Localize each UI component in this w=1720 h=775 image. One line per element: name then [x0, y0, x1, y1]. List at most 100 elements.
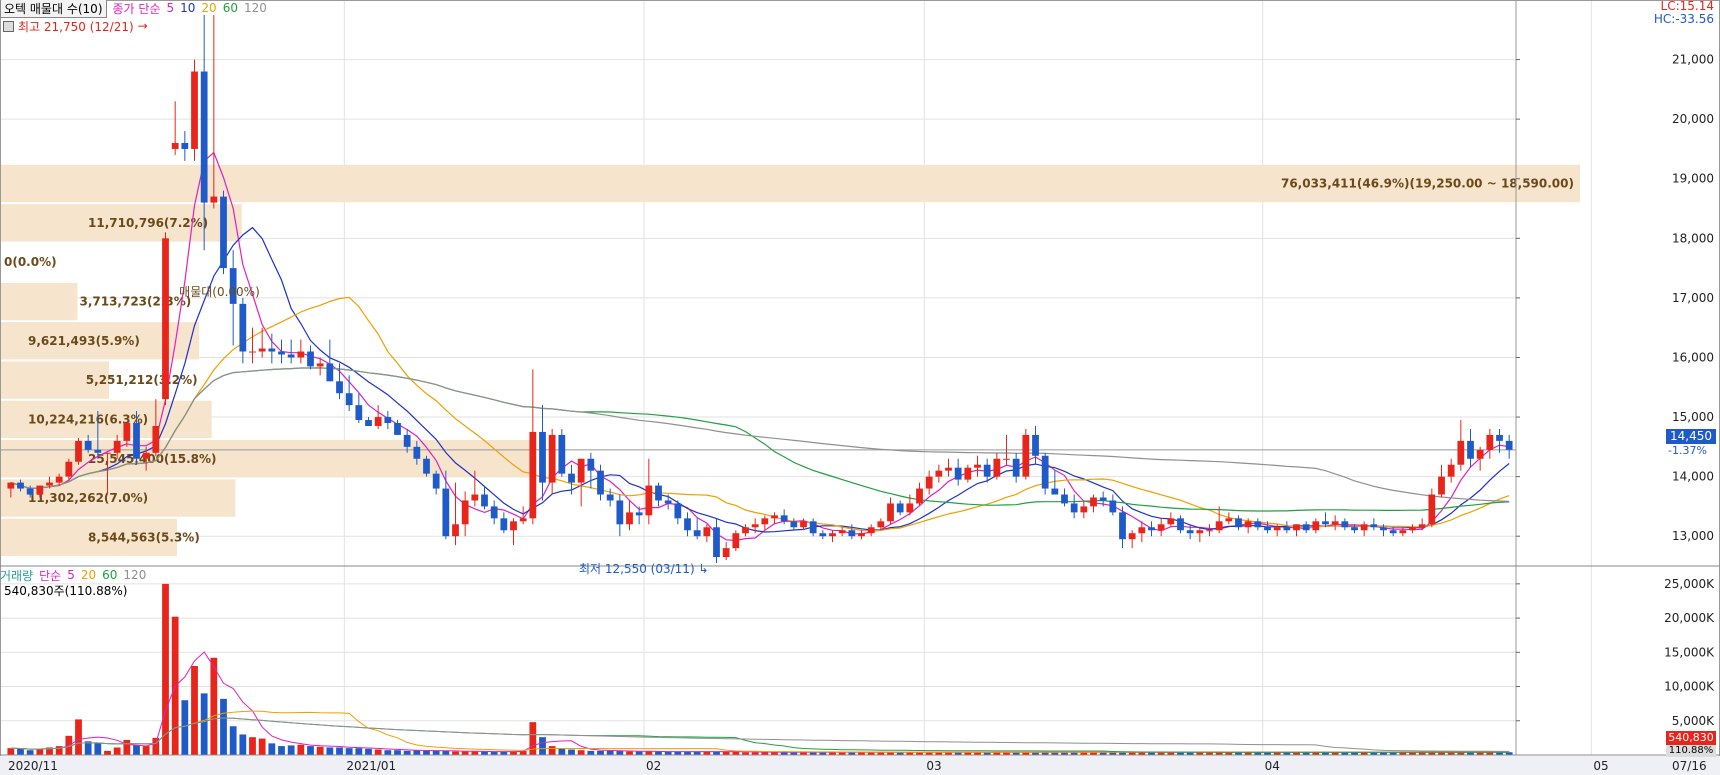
candle-body	[1418, 524, 1426, 528]
candle-body	[55, 476, 63, 483]
candle-body	[1389, 530, 1397, 534]
volume-bar	[104, 750, 111, 755]
ma-period-5: 5	[166, 1, 175, 15]
candle-body	[1467, 440, 1474, 459]
low-marker: 최저 12,550 (03/11) ↳	[579, 562, 709, 576]
volume-bar	[287, 745, 295, 755]
volume-bar	[452, 751, 459, 755]
time-tick-label: 2021/01	[346, 759, 396, 773]
time-axis-bg	[0, 756, 1720, 775]
candle-body	[1148, 527, 1155, 531]
candle-body	[481, 494, 488, 507]
candle-body	[838, 530, 846, 534]
ma-label: 종가 단순	[112, 1, 161, 16]
candle-body	[7, 482, 15, 489]
candle-body	[1505, 440, 1513, 450]
volume-bar	[645, 751, 653, 755]
candle-body	[471, 494, 479, 501]
profile-label: 9,621,493(5.9%)	[28, 334, 140, 348]
candle-body	[1061, 494, 1068, 504]
candle-body	[1293, 524, 1300, 531]
candle-body	[819, 533, 827, 537]
candle-body	[500, 518, 508, 531]
volume-bar	[307, 746, 314, 755]
candle-body	[809, 521, 817, 534]
volume-profile: 76,033,411(46.9%)(19,250.00 ~ 18,590.00)…	[0, 164, 1580, 557]
time-tick-label: 02	[646, 759, 661, 773]
volume-bar	[239, 734, 247, 755]
candle-body	[983, 464, 991, 477]
candle-body	[423, 458, 430, 474]
candle-body	[142, 452, 150, 459]
candle-body	[1351, 527, 1358, 531]
candle-body	[1254, 521, 1262, 528]
volume-bar	[191, 666, 198, 755]
volume-bar	[481, 751, 488, 755]
volume-bar	[403, 750, 411, 755]
volume-bar	[432, 750, 440, 755]
chart-frame	[0, 0, 1720, 775]
candle-body	[104, 452, 111, 454]
candle-body	[954, 467, 962, 480]
volume-bars	[7, 583, 1513, 755]
candle-body	[384, 417, 392, 424]
candle-body	[1099, 497, 1107, 501]
candle-body	[510, 521, 517, 531]
volume-tick-label: 15,000K	[1664, 645, 1715, 659]
profile-label: 11,302,262(7.0%)	[28, 491, 148, 505]
candle-body	[220, 196, 227, 269]
volume-bar	[268, 743, 276, 755]
volume-bar	[316, 746, 324, 755]
candle-body	[200, 71, 208, 203]
indicator-title[interactable]: 오텍 매물대 수(10)	[0, 0, 107, 18]
candle-body	[713, 527, 720, 558]
candle-body	[181, 142, 189, 149]
candle-body	[761, 518, 769, 525]
volume-bar	[181, 700, 189, 755]
volume-bar	[229, 726, 237, 755]
candle-body	[896, 503, 904, 513]
grid	[0, 0, 1592, 755]
volume-bar	[258, 738, 266, 755]
candle-body	[442, 488, 450, 537]
candle-body	[1312, 521, 1320, 531]
volume-tick-label: 20,000K	[1664, 611, 1715, 625]
candle-body	[1032, 434, 1039, 456]
price-tick-label: 15,000	[1672, 410, 1714, 424]
volume-tick-label: 5,000K	[1672, 714, 1715, 728]
volume-bar	[548, 746, 556, 755]
candle-body	[403, 434, 411, 447]
grid-toggle-icon[interactable]	[3, 20, 14, 32]
candle-body	[548, 434, 556, 483]
current-price-badge: 14,450	[1666, 429, 1716, 444]
candle-body	[1283, 527, 1291, 531]
candle-body	[790, 521, 798, 528]
candle-body	[539, 431, 546, 483]
candle-body	[123, 423, 131, 441]
hc-readout: HC:-33.56	[1653, 12, 1714, 26]
candle-body	[1360, 524, 1368, 531]
current-change: -1.37%	[1668, 444, 1707, 457]
price-tick-label: 19,000	[1672, 172, 1714, 186]
candle-body	[258, 348, 266, 352]
volume-bar	[539, 737, 546, 755]
candle-body	[964, 467, 972, 480]
candle-body	[722, 548, 730, 558]
candle-body	[1244, 521, 1252, 528]
volume-bar	[384, 750, 392, 755]
candle-body	[742, 527, 749, 534]
volume-bar	[461, 751, 469, 755]
candle-body	[36, 485, 44, 495]
candle-body	[1322, 521, 1329, 525]
candle-body	[906, 503, 914, 513]
candle-body	[1215, 521, 1223, 531]
candle-body	[1070, 503, 1078, 513]
volume-bar	[374, 749, 382, 755]
candle-body	[577, 458, 585, 483]
candle-body	[432, 473, 440, 489]
profile-label: 0(0.0%)	[4, 255, 57, 269]
volume-bar	[278, 746, 285, 755]
time-tick-label: 05	[1593, 759, 1608, 773]
volume-ma-60: 60	[102, 568, 118, 582]
candle-body	[1302, 524, 1310, 531]
